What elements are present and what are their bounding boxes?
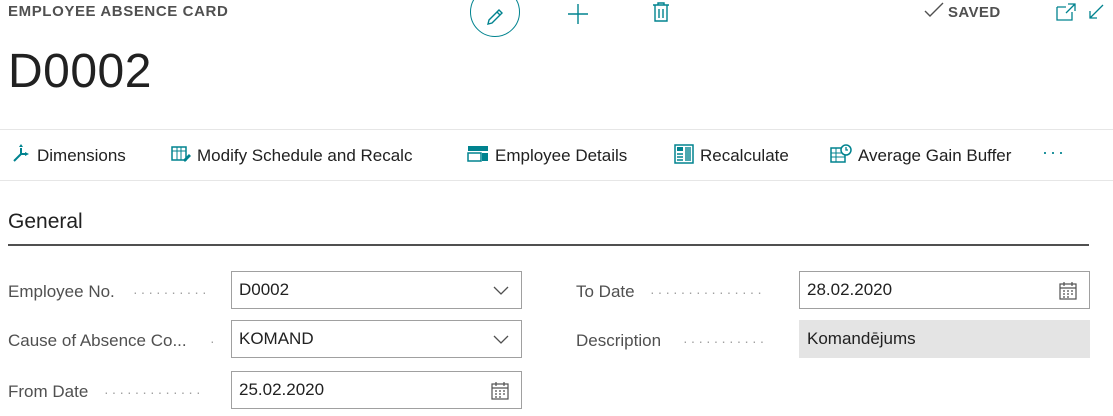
action-dimensions[interactable]: Dimensions bbox=[11, 130, 126, 182]
pencil-icon bbox=[485, 7, 505, 32]
leader-dots: ··············· bbox=[650, 284, 765, 300]
page-caption: EMPLOYEE ABSENCE CARD bbox=[8, 3, 229, 20]
collapse-icon bbox=[1087, 3, 1105, 26]
employee-details-icon bbox=[467, 144, 489, 169]
saved-label: SAVED bbox=[948, 3, 1001, 21]
new-button[interactable] bbox=[566, 2, 590, 31]
cause-of-absence-value: KOMAND bbox=[239, 329, 314, 348]
description-label: Description bbox=[576, 331, 662, 350]
action-label: Dimensions bbox=[37, 146, 126, 165]
more-actions-button[interactable]: ··· bbox=[1042, 142, 1066, 163]
to-date-label: To Date bbox=[576, 282, 635, 301]
action-label: Recalculate bbox=[700, 146, 789, 165]
delete-button[interactable] bbox=[651, 1, 671, 28]
calculator-icon bbox=[674, 143, 694, 169]
checkmark-icon bbox=[924, 2, 944, 22]
calendar-icon[interactable] bbox=[491, 382, 509, 405]
page-title: D0002 bbox=[8, 45, 152, 98]
from-date-field[interactable]: 25.02.2020 bbox=[231, 371, 522, 409]
action-label: Modify Schedule and Recalc bbox=[197, 146, 413, 165]
action-modify-schedule[interactable]: Modify Schedule and Recalc bbox=[171, 130, 412, 182]
leader-dots: · bbox=[210, 333, 218, 349]
modify-schedule-icon bbox=[171, 144, 191, 169]
leader-dots: ··········· bbox=[683, 333, 768, 349]
to-date-value: 28.02.2020 bbox=[807, 280, 893, 299]
action-label: Employee Details bbox=[495, 146, 628, 165]
cause-of-absence-field[interactable]: KOMAND bbox=[231, 320, 522, 358]
trash-icon bbox=[651, 1, 671, 28]
leader-dots: ·········· bbox=[133, 284, 210, 300]
leader-dots: ············· bbox=[104, 384, 204, 400]
section-divider bbox=[8, 244, 1089, 246]
to-date-field[interactable]: 28.02.2020 bbox=[799, 271, 1090, 309]
saved-status: SAVED bbox=[924, 2, 1001, 22]
from-date-label: From Date bbox=[8, 382, 89, 401]
calendar-icon[interactable] bbox=[1059, 282, 1077, 305]
plus-icon bbox=[566, 2, 590, 31]
chevron-down-icon[interactable] bbox=[493, 282, 509, 303]
collapse-button[interactable] bbox=[1087, 3, 1105, 26]
action-employee-details[interactable]: Employee Details bbox=[467, 130, 627, 182]
action-label: Average Gain Buffer bbox=[858, 146, 1012, 165]
buffer-icon bbox=[830, 143, 852, 169]
open-new-window-icon bbox=[1056, 3, 1076, 26]
chevron-down-icon[interactable] bbox=[493, 331, 509, 352]
description-field: Komandējums bbox=[799, 320, 1090, 358]
employee-no-value: D0002 bbox=[239, 280, 290, 299]
section-title-general[interactable]: General bbox=[8, 210, 83, 234]
description-value: Komandējums bbox=[807, 329, 916, 348]
cause-of-absence-label: Cause of Absence Co... bbox=[8, 331, 187, 350]
edit-button[interactable] bbox=[470, 0, 520, 37]
action-bar: Dimensions Modify Schedule and Recalc Em… bbox=[0, 129, 1113, 181]
action-average-gain-buffer[interactable]: Average Gain Buffer bbox=[830, 130, 1011, 182]
action-recalculate[interactable]: Recalculate bbox=[674, 130, 789, 182]
dimensions-icon bbox=[11, 143, 31, 169]
employee-no-label: Employee No. bbox=[8, 282, 115, 301]
employee-no-field[interactable]: D0002 bbox=[231, 271, 522, 309]
from-date-value: 25.02.2020 bbox=[239, 380, 325, 399]
open-new-window-button[interactable] bbox=[1056, 3, 1076, 26]
